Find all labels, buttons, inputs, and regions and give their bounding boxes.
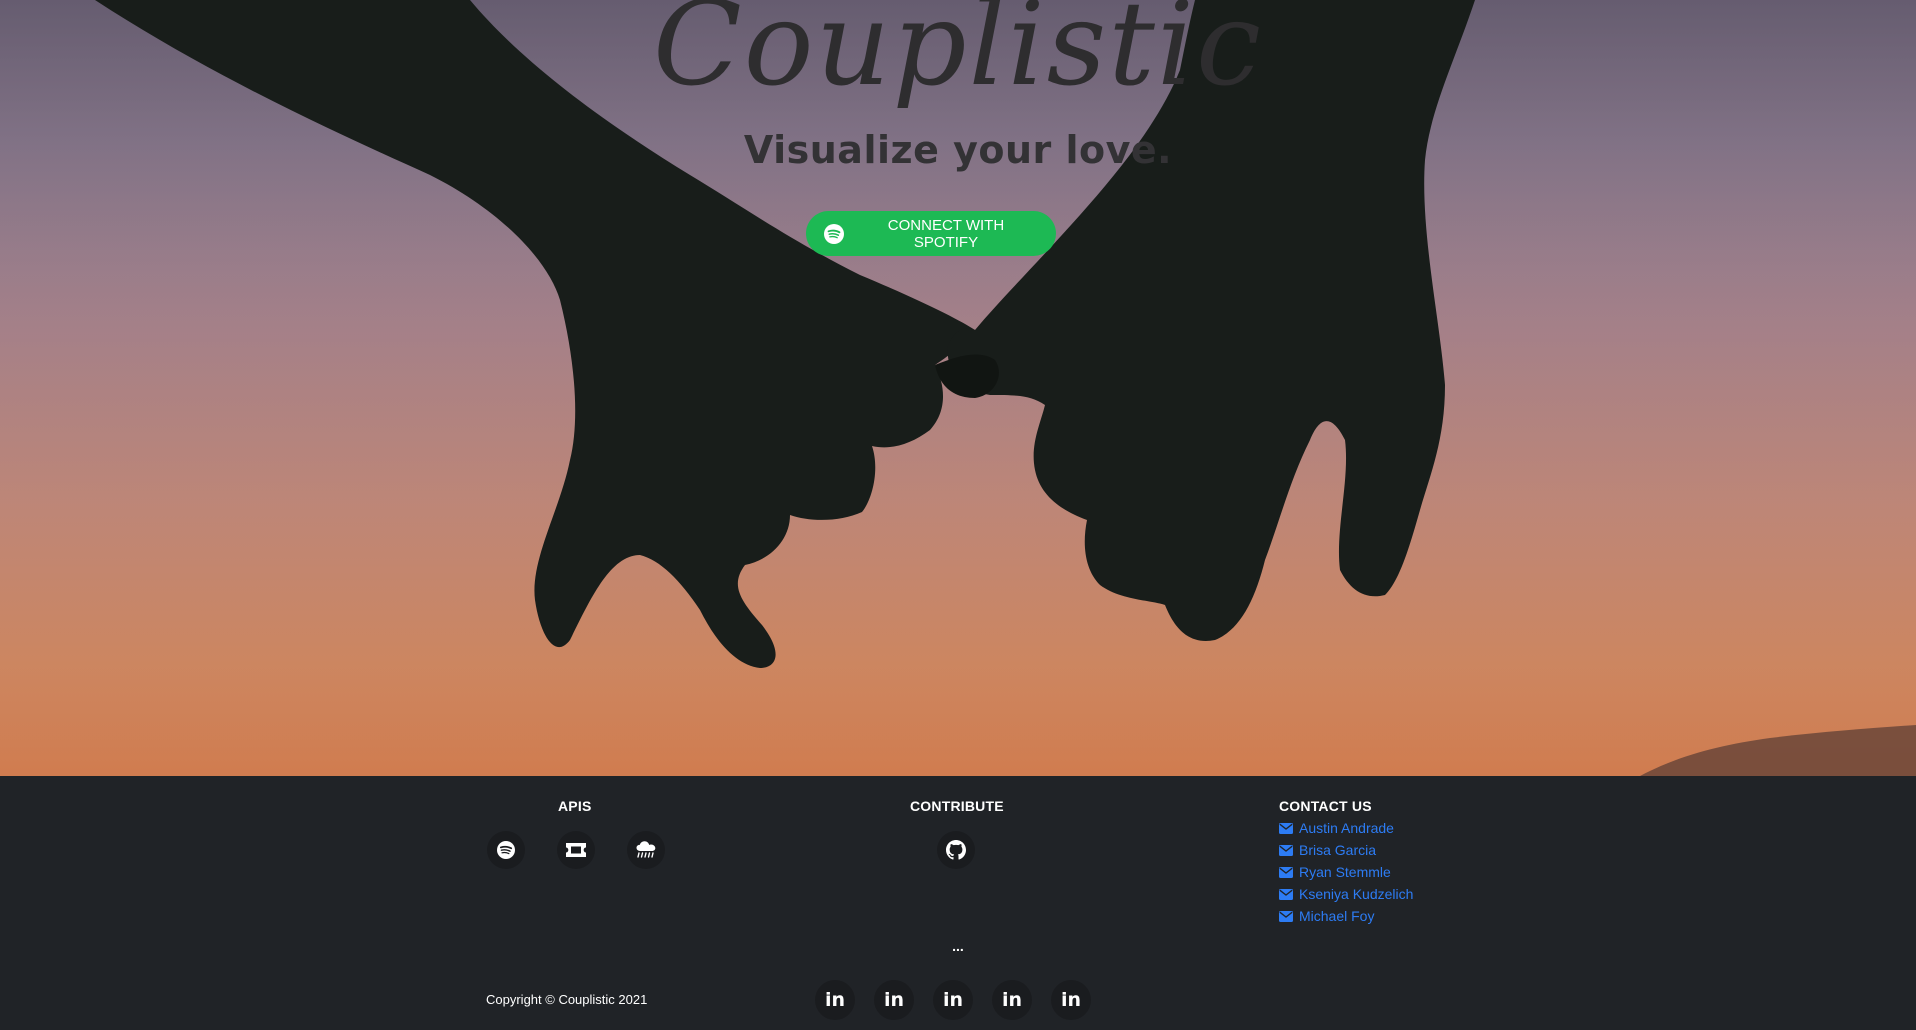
cloud-rain-icon [636,841,656,858]
brand-title: Couplistic [653,0,1263,112]
contact-item[interactable]: Brisa Garcia [1279,839,1413,861]
contact-list: Austin Andrade Brisa Garcia Ryan Stemmle… [1279,817,1413,927]
ticket-api-link[interactable] [557,831,595,869]
contact-link[interactable]: Brisa Garcia [1299,842,1376,858]
linkedin-icon[interactable]: in [992,980,1032,1020]
github-icon [946,840,966,860]
footer: APIS CONTRIBUTE CONTACT US Austin Andrad… [0,776,1916,1030]
spotify-icon [497,841,515,859]
contact-link[interactable]: Austin Andrade [1299,820,1394,836]
contact-item[interactable]: Michael Foy [1279,905,1413,927]
envelope-icon [1279,888,1293,900]
footer-ellipsis: ... [952,938,964,954]
hero-section: Couplistic Visualize your love. CONNECT … [0,0,1916,776]
envelope-icon [1279,844,1293,856]
github-link[interactable] [937,831,975,869]
connect-spotify-label: CONNECT WITH SPOTIFY [887,216,1005,251]
connect-spotify-button[interactable]: CONNECT WITH SPOTIFY [806,211,1056,256]
spotify-icon [824,223,844,244]
contact-link[interactable]: Kseniya Kudzelich [1299,886,1413,902]
envelope-icon [1279,866,1293,878]
apis-heading: APIS [558,798,592,814]
tagline: Visualize your love. [743,128,1173,172]
weather-api-link[interactable] [627,831,665,869]
envelope-icon [1279,910,1293,922]
contact-link[interactable]: Ryan Stemmle [1299,864,1391,880]
contact-item[interactable]: Ryan Stemmle [1279,861,1413,883]
contact-heading: CONTACT US [1279,798,1372,814]
linkedin-icon[interactable]: in [815,980,855,1020]
spotify-api-link[interactable] [487,831,525,869]
contact-item[interactable]: Austin Andrade [1279,817,1413,839]
contribute-heading: CONTRIBUTE [910,798,1004,814]
contact-item[interactable]: Kseniya Kudzelich [1279,883,1413,905]
linkedin-icon[interactable]: in [874,980,914,1020]
linkedin-icon[interactable]: in [933,980,973,1020]
ticket-icon [566,843,586,857]
linkedin-icon[interactable]: in [1051,980,1091,1020]
copyright-text: Copyright © Couplistic 2021 [486,992,648,1007]
envelope-icon [1279,822,1293,834]
contact-link[interactable]: Michael Foy [1299,908,1374,924]
